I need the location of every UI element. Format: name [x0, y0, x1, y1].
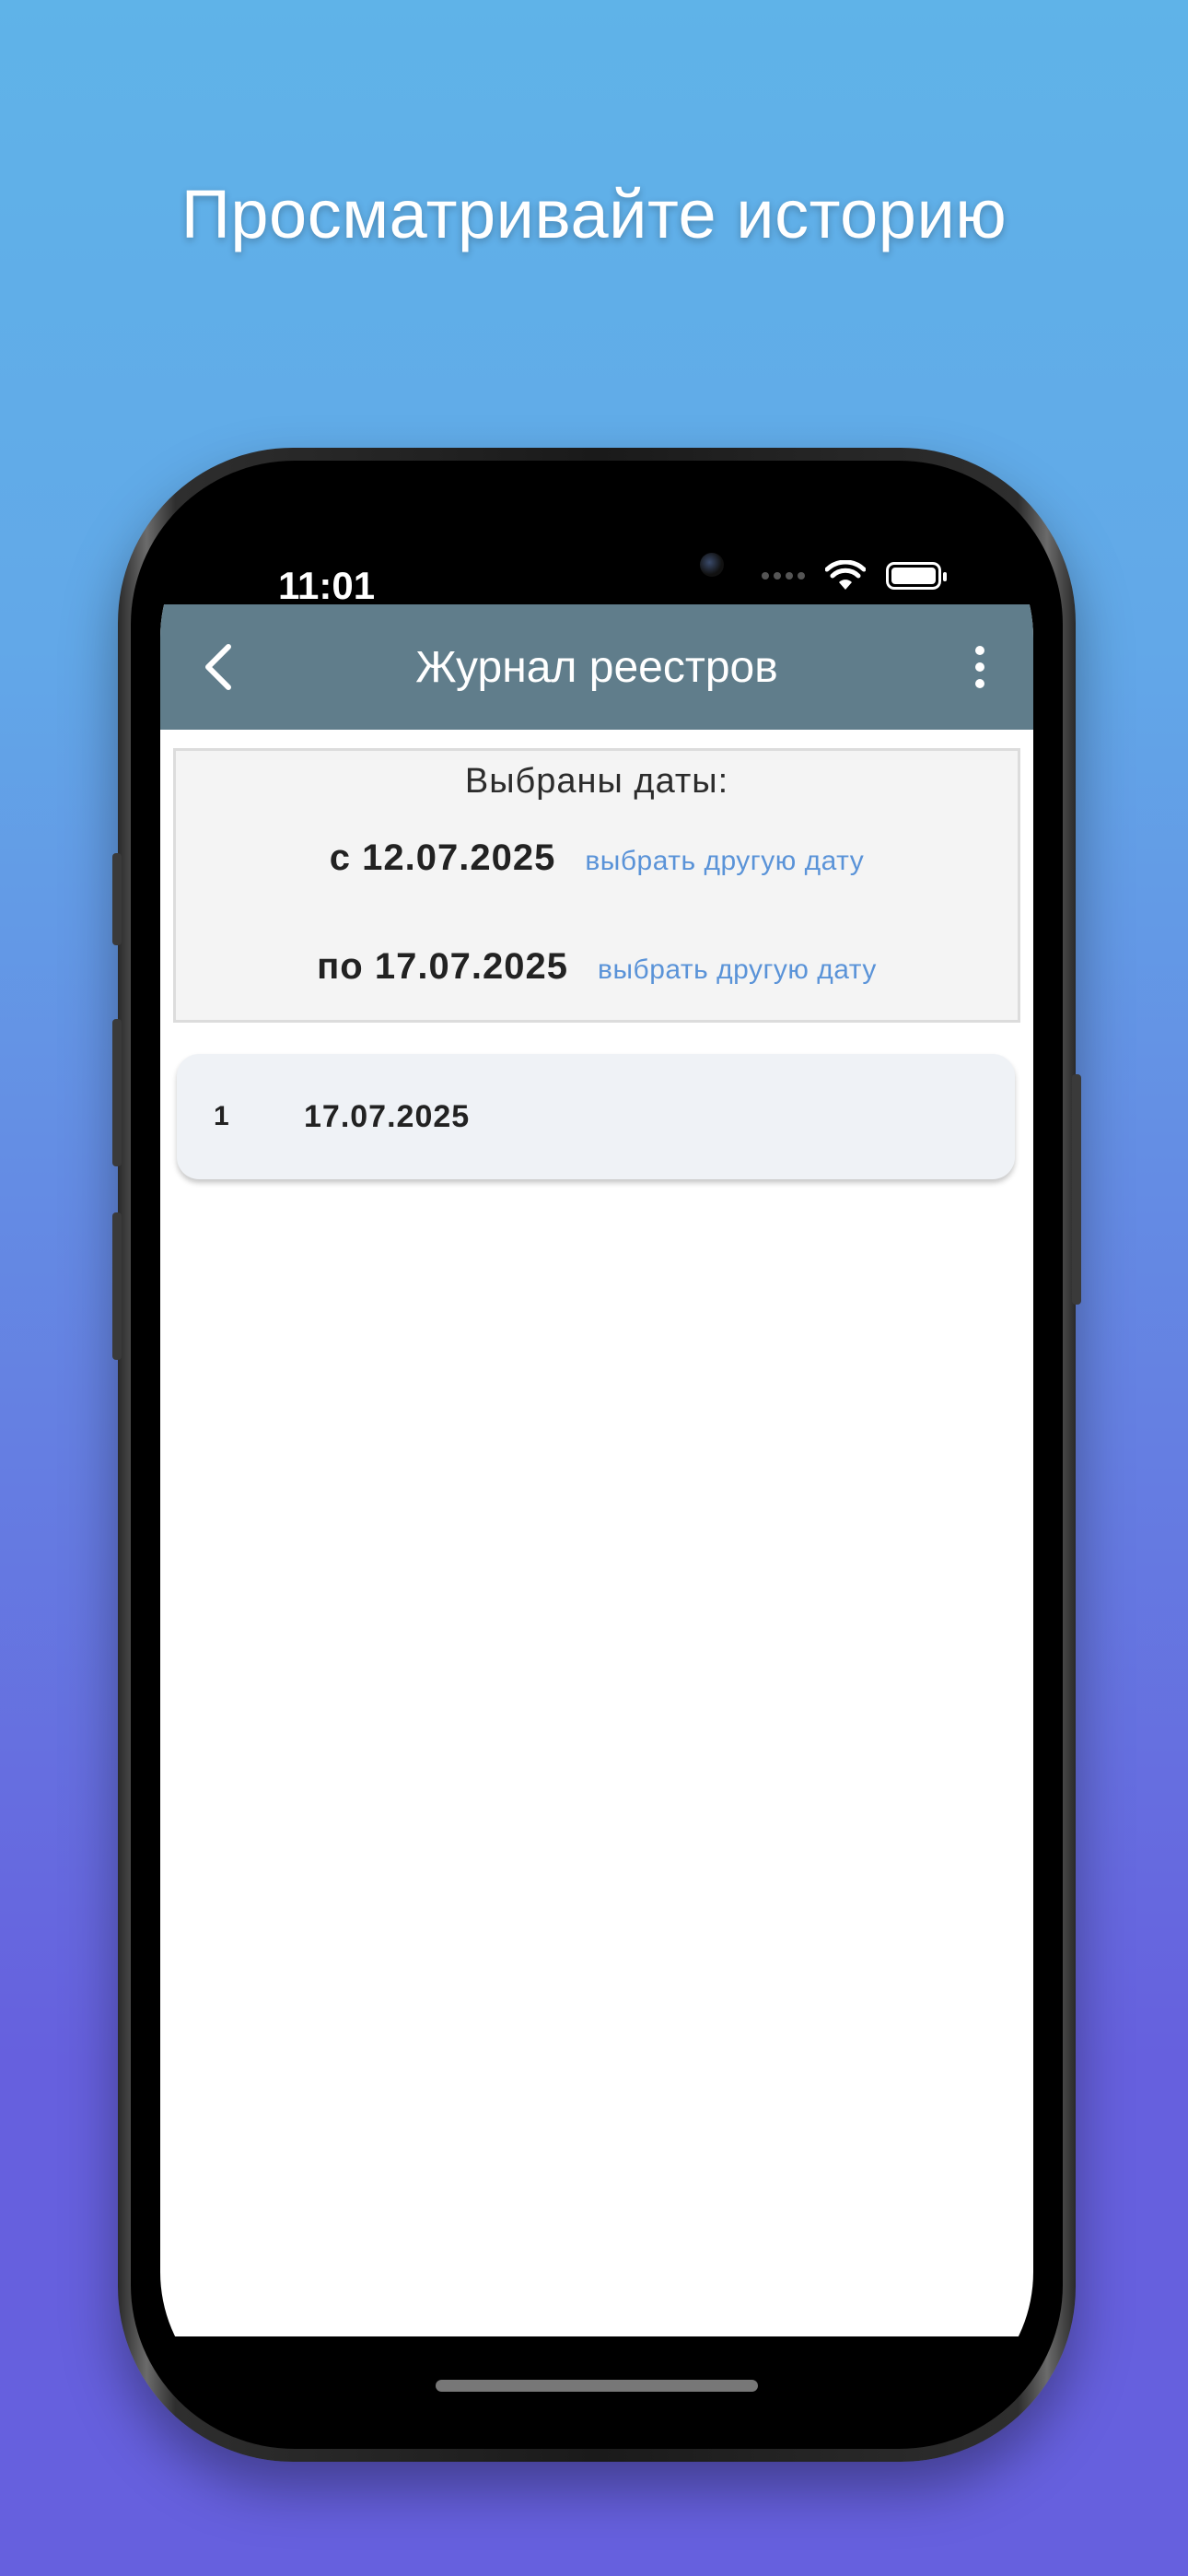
home-indicator[interactable] [436, 2380, 758, 2392]
list-item[interactable]: 1 17.07.2025 [177, 1054, 1015, 1179]
date-range-panel: Выбраны даты: с 12.07.2025 выбрать другу… [173, 748, 1020, 1023]
date-to-value: по 17.07.2025 [317, 946, 569, 987]
phone-bezel: 11:01 Журнал реестров Выбраны даты: с 12… [131, 461, 1063, 2449]
chevron-left-icon [205, 644, 231, 690]
battery-icon [886, 562, 947, 590]
change-from-date-link[interactable]: выбрать другую дату [585, 846, 864, 877]
more-vertical-icon [975, 646, 984, 688]
volume-up-button [112, 1019, 122, 1166]
front-camera [700, 553, 724, 577]
status-icons [762, 560, 947, 591]
cellular-signal-icon [762, 572, 805, 580]
change-to-date-link[interactable]: выбрать другую дату [598, 954, 877, 986]
volume-down-button [112, 1212, 122, 1360]
back-button[interactable] [193, 641, 245, 693]
date-to-row: по 17.07.2025 выбрать другую дату [176, 946, 1018, 988]
phone-frame: 11:01 Журнал реестров Выбраны даты: с 12… [112, 448, 1081, 2462]
power-button [1072, 1074, 1081, 1305]
action-button [112, 853, 122, 945]
wifi-icon [825, 560, 866, 590]
more-menu-button[interactable] [954, 641, 1006, 693]
phone-screen: 11:01 Журнал реестров Выбраны даты: с 12… [160, 490, 1033, 2419]
list-item-date: 17.07.2025 [304, 1098, 471, 1134]
promo-headline: Просматривайте историю [181, 176, 1007, 252]
selected-dates-label: Выбраны даты: [464, 762, 729, 801]
list-item-index: 1 [214, 1101, 229, 1131]
page-title: Журнал реестров [415, 642, 778, 692]
app-bar: Журнал реестров [160, 604, 1033, 730]
status-time: 11:01 [278, 564, 376, 607]
app-content: Журнал реестров Выбраны даты: с 12.07.20… [160, 604, 1033, 2336]
date-from-row: с 12.07.2025 выбрать другую дату [176, 837, 1018, 879]
date-from-value: с 12.07.2025 [329, 837, 556, 878]
